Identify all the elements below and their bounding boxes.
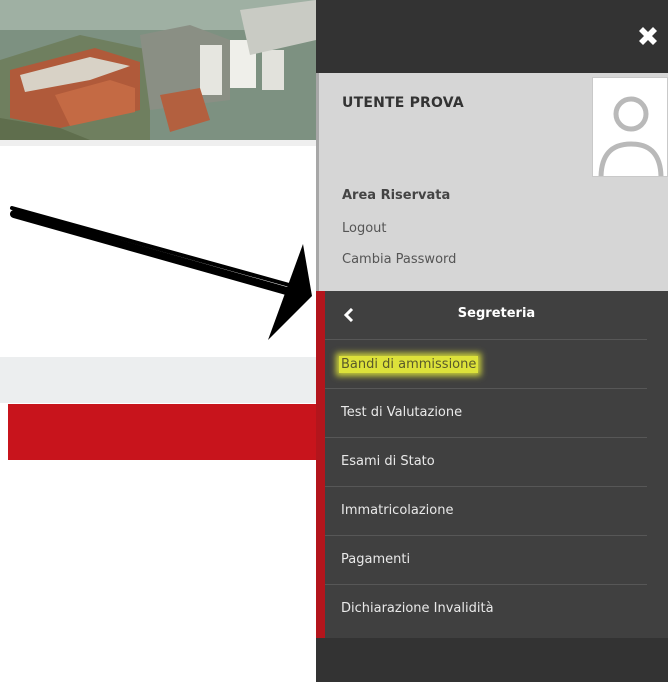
- menu-item-label: Esami di Stato: [341, 454, 435, 469]
- photo-underline: [0, 140, 316, 146]
- segreteria-menu: Segreteria Bandi di ammissione Test di V…: [316, 291, 668, 638]
- area-riservata-title: Area Riservata: [342, 188, 451, 203]
- menu-item-label: Bandi di ammissione: [339, 356, 479, 373]
- accent-strip: [316, 291, 325, 638]
- change-password-link[interactable]: Cambia Password: [342, 252, 456, 267]
- menu-item-pagamenti[interactable]: Pagamenti: [325, 535, 647, 584]
- menu-topbar: [316, 0, 668, 73]
- menu-back-header[interactable]: Segreteria: [325, 291, 668, 339]
- menu-item-label: Immatricolazione: [341, 503, 454, 518]
- close-icon[interactable]: [636, 24, 660, 48]
- menu-item-esami-di-stato[interactable]: Esami di Stato: [325, 437, 647, 486]
- menu-item-label: Test di Valutazione: [341, 405, 463, 420]
- user-panel: UTENTE PROVA Area Riservata Logout Cambi…: [316, 73, 668, 291]
- content-band: [0, 357, 316, 403]
- menu-item-test-di-valutazione[interactable]: Test di Valutazione: [325, 388, 647, 437]
- menu-item-label: Dichiarazione Invalidità: [341, 601, 494, 616]
- red-banner: [8, 404, 316, 460]
- menu-header-title: Segreteria: [457, 306, 536, 321]
- campus-photo: [0, 0, 316, 140]
- logout-link[interactable]: Logout: [342, 221, 387, 236]
- side-menu: UTENTE PROVA Area Riservata Logout Cambi…: [316, 0, 668, 682]
- user-name: UTENTE PROVA: [342, 95, 464, 111]
- user-avatar-icon: [592, 77, 668, 177]
- menu-item-immatricolazione[interactable]: Immatricolazione: [325, 486, 647, 535]
- menu-item-dichiarazione-invalidita[interactable]: Dichiarazione Invalidità: [325, 584, 647, 633]
- menu-footer: [316, 638, 668, 682]
- menu-items: Bandi di ammissione Test di Valutazione …: [325, 339, 668, 633]
- menu-item-bandi-di-ammissione[interactable]: Bandi di ammissione: [325, 339, 647, 388]
- menu-item-label: Pagamenti: [341, 552, 411, 567]
